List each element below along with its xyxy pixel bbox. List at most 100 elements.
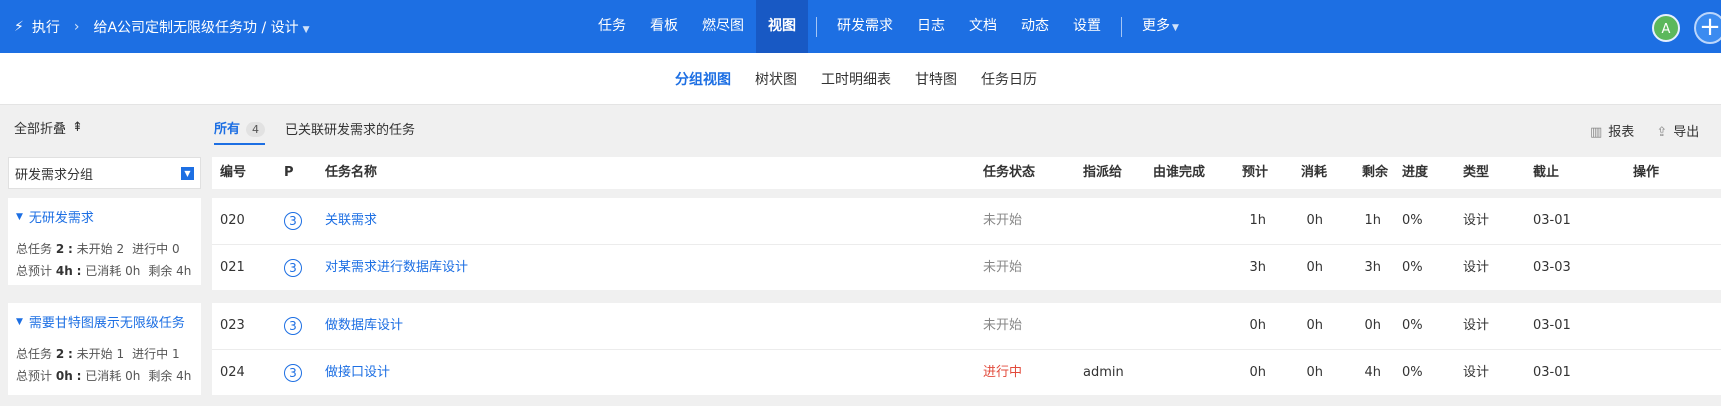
tab-linked-story[interactable]: 已关联研发需求的任务 [285,119,415,144]
breadcrumb-chevron-icon: › [73,18,80,35]
left-label: 剩余 [148,264,173,278]
nav-settings[interactable]: 设置 [1061,0,1113,53]
task-type: 设计 [1463,365,1490,380]
col-name[interactable]: 任务名称 [325,157,377,189]
task-status: 未开始 [983,318,1023,333]
task-name-link[interactable]: 对某需求进行数据库设计 [325,245,468,291]
main-nav: 任务 看板 燃尽图 视图 研发需求 日志 文档 动态 设置 更多 ▼ [586,0,1191,53]
group-count-line: 总任务 2 : 未开始 1 进行中 1 [16,343,193,365]
table-header: 编号 P 任务名称 任务状态 指派给 由谁完成 预计 消耗 剩余 进度 类型 截… [212,157,1721,189]
est-value: 4h [55,264,73,278]
export-button[interactable]: ⇪ 导出 [1656,121,1699,140]
report-button[interactable]: ▥ 报表 [1590,121,1634,140]
table-row[interactable]: 020 3 关联需求 未开始 1h 0h 1h 0% 设计 03-01 [212,198,1721,244]
task-id: 021 [220,260,245,275]
task-type: 设计 [1463,213,1490,228]
colon: : [68,242,73,256]
avatar[interactable]: A [1652,14,1680,42]
subnav-calendar[interactable]: 任务日历 [981,69,1037,89]
total-label: 总任务 [16,242,53,256]
task-left: 0h [1364,318,1381,333]
col-consumed[interactable]: 消耗 [1301,157,1327,189]
create-plus-button[interactable]: + [1694,12,1721,44]
task-type: 设计 [1463,260,1490,275]
count-badge: 4 [246,122,266,137]
nav-divider [1121,16,1122,37]
left-value: 4h [176,369,192,383]
subnav-gantt[interactable]: 甘特图 [915,69,957,89]
col-assignee[interactable]: 指派给 [1083,157,1122,189]
group-by-value: 研发需求分组 [15,167,94,183]
col-deadline[interactable]: 截止 [1533,157,1559,189]
table-row[interactable]: 021 3 对某需求进行数据库设计 未开始 3h 0h 3h 0% 设计 03-… [212,244,1721,290]
dropdown-icon: ▼ [181,166,194,180]
subnav-effort[interactable]: 工时明细表 [821,69,891,89]
task-progress: 0% [1402,318,1423,333]
col-type[interactable]: 类型 [1463,157,1489,189]
group-title-text: 无研发需求 [28,211,94,226]
run-icon: ⚡ [14,18,24,35]
used-label: 已消耗 [85,369,122,383]
task-consumed: 0h [1306,318,1323,333]
nav-dynamic[interactable]: 动态 [1009,0,1061,53]
task-progress: 0% [1402,260,1423,275]
task-id: 020 [220,213,245,228]
task-estimate: 0h [1249,365,1266,380]
total-value: 2 [55,347,65,361]
est-label: 总预计 [16,264,53,278]
table-row[interactable]: 024 3 做接口设计 进行中 admin 0h 0h 4h 0% 设计 03-… [212,349,1721,395]
wait-label: 未开始 [76,242,113,256]
col-finished-by[interactable]: 由谁完成 [1153,157,1205,189]
group-card: ▼ 需要甘特图展示无限级任务 总任务 2 : 未开始 1 进行中 1 总预计 0h … [8,303,201,395]
project-switcher[interactable]: 给A公司定制无限级任务功 / 设计 ▼ [93,17,309,37]
nav-story[interactable]: 研发需求 [825,0,905,53]
nav-divider [816,16,817,37]
col-priority[interactable]: P [284,157,294,189]
col-status[interactable]: 任务状态 [983,157,1035,189]
priority: 3 [284,303,302,349]
tab-all[interactable]: 所有 4 [214,118,266,145]
subnav-group-view[interactable]: 分组视图 [675,69,731,89]
total-label: 总任务 [16,347,53,361]
task-name-link[interactable]: 做接口设计 [325,350,390,396]
colon: : [68,347,73,361]
doing-value: 0 [172,242,180,256]
wait-value: 1 [116,347,125,361]
col-id[interactable]: 编号 [220,157,246,189]
task-left: 3h [1364,260,1381,275]
task-consumed: 0h [1306,365,1323,380]
task-deadline: 03-01 [1533,213,1571,228]
task-assignee[interactable]: admin [1083,350,1124,396]
col-estimate[interactable]: 预计 [1242,157,1268,189]
col-left[interactable]: 剩余 [1362,157,1388,189]
nav-doc[interactable]: 文档 [957,0,1009,53]
group-title[interactable]: ▼ 需要甘特图展示无限级任务 [16,312,193,331]
task-name-link[interactable]: 做数据库设计 [325,303,403,349]
nav-more[interactable]: 更多 ▼ [1130,0,1191,53]
breadcrumb: ⚡ 执行 › 给A公司定制无限级任务功 / 设计 ▼ [14,0,310,53]
section-link[interactable]: 执行 [32,17,60,37]
left-label: 剩余 [148,369,173,383]
priority-badge: 3 [284,211,302,230]
collapse-all-button[interactable]: 全部折叠 ⇞ [14,118,83,137]
nav-kanban[interactable]: 看板 [638,0,690,53]
subnav-tree[interactable]: 树状图 [755,69,797,89]
table-row[interactable]: 023 3 做数据库设计 未开始 0h 0h 0h 0% 设计 03-01 [212,303,1721,349]
total-value: 2 [55,242,65,256]
nav-view[interactable]: 视图 [756,0,808,53]
priority: 3 [284,198,302,244]
used-label: 已消耗 [85,264,122,278]
nav-log[interactable]: 日志 [905,0,957,53]
task-estimate: 0h [1249,318,1266,333]
nav-task[interactable]: 任务 [586,0,638,53]
nav-burndown[interactable]: 燃尽图 [690,0,756,53]
colon: : [76,369,82,383]
col-actions: 操作 [1633,165,1660,180]
group-by-select[interactable]: 研发需求分组 ▼ [8,157,201,189]
task-left: 1h [1364,213,1381,228]
group-title[interactable]: ▼ 无研发需求 [16,207,193,226]
priority: 3 [284,245,302,291]
task-name-link[interactable]: 关联需求 [325,198,377,244]
task-status: 未开始 [983,260,1023,275]
col-progress[interactable]: 进度 [1402,157,1428,189]
